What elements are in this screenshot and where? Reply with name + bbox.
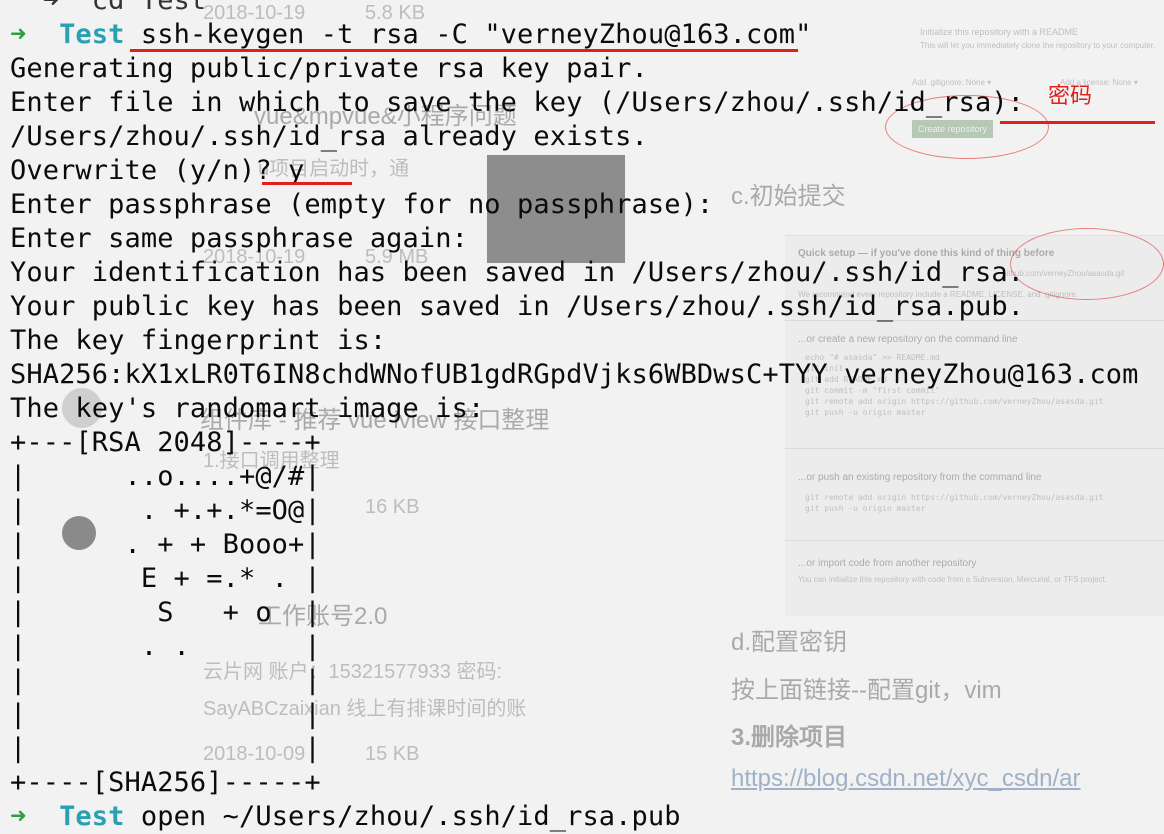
terminal-output-line: Generating public/private rsa key pair. bbox=[10, 53, 648, 84]
terminal-prompt-line: ➜ Test open ~/Users/zhou/.ssh/id_rsa.pub bbox=[10, 800, 1139, 834]
password-annotation: 密码 bbox=[1048, 84, 1093, 109]
terminal-output-line: | | bbox=[10, 665, 321, 696]
answer-underline bbox=[262, 182, 352, 185]
terminal-output-line: | ..o....+@/#| bbox=[10, 461, 321, 492]
terminal-output-line: | . . | bbox=[10, 631, 321, 662]
terminal-output-line: Overwrite (y/n)? y bbox=[10, 155, 305, 186]
prompt-arrow-icon: ➜ bbox=[10, 19, 60, 50]
annotation-line bbox=[1000, 121, 1155, 124]
terminal-output-line: | | bbox=[10, 699, 321, 730]
terminal-output-line: +---[RSA 2048]----+ bbox=[10, 427, 321, 458]
prompt-command: open ~/Users/zhou/.ssh/id_rsa.pub bbox=[140, 801, 681, 832]
prompt-command: ssh-keygen -t rsa -C "verneyZhou@163.com… bbox=[140, 19, 812, 50]
terminal-output-line: Your identification has been saved in /U… bbox=[10, 257, 1025, 288]
terminal-output-line: | S + o | bbox=[10, 597, 321, 628]
terminal-output-line: | . +.+.*=O@| bbox=[10, 495, 321, 526]
terminal-output-line: /Users/zhou/.ssh/id_rsa already exists. bbox=[10, 121, 648, 152]
terminal-output-line: The key fingerprint is: bbox=[10, 325, 387, 356]
terminal-window[interactable]: ➜ cd Test ➜ Test ssh-keygen -t rsa -C "ve… bbox=[0, 0, 1164, 832]
terminal-output-line: | | bbox=[10, 733, 321, 764]
prompt-directory: Test bbox=[59, 801, 141, 832]
terminal-partial-line: ➜ cd Test bbox=[10, 0, 207, 16]
terminal-output-line: | E + =.* . | bbox=[10, 563, 321, 594]
command-underline bbox=[130, 49, 798, 52]
terminal-output-line: The key's randomart image is: bbox=[10, 393, 485, 424]
terminal-output-line: | . + + Booo+| bbox=[10, 529, 321, 560]
terminal-output-line: Enter file in which to save the key (/Us… bbox=[10, 87, 1025, 118]
terminal-output-line: Your public key has been saved in /Users… bbox=[10, 291, 1025, 322]
prompt-directory: Test bbox=[59, 19, 141, 50]
prompt-arrow-icon: ➜ bbox=[10, 801, 60, 832]
terminal-prompt-line: ➜ Test ssh-keygen -t rsa -C "verneyZhou@… bbox=[10, 18, 1139, 52]
terminal-output-line: Enter passphrase (empty for no passphras… bbox=[10, 189, 714, 220]
terminal-output: ➜ cd Test ➜ Test ssh-keygen -t rsa -C "ve… bbox=[10, 0, 1139, 834]
terminal-output-line: SHA256:kX1xLR0T6IN8chdWNofUB1gdRGpdVjks6… bbox=[10, 359, 1139, 390]
terminal-output-line: Enter same passphrase again: bbox=[10, 223, 468, 254]
terminal-output-line: +----[SHA256]-----+ bbox=[10, 767, 321, 798]
